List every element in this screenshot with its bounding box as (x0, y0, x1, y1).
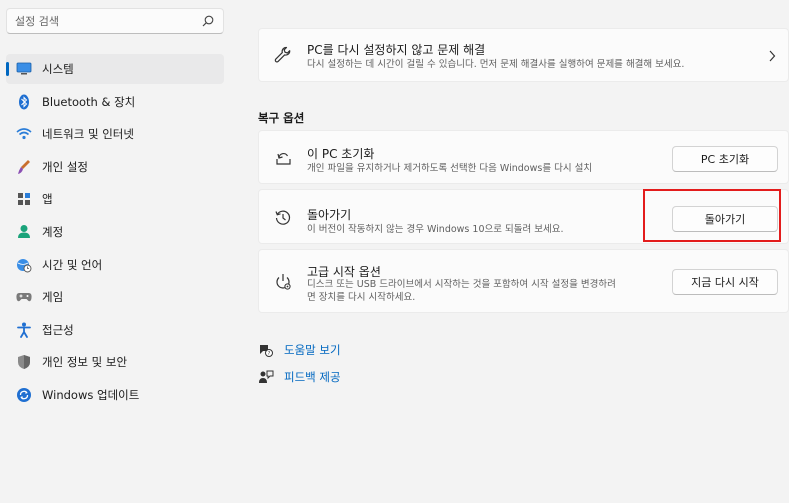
sidebar-nav: 시스템 Bluetooth & 장치 네트워크 및 인터넷 개인 설정 앱 계정… (6, 54, 224, 413)
help-link[interactable]: ? 도움말 보기 (258, 342, 341, 358)
svg-text:?: ? (268, 351, 271, 357)
sidebar-item-bluetooth[interactable]: Bluetooth & 장치 (6, 87, 224, 117)
sidebar-item-privacy-security[interactable]: 개인 정보 및 보안 (6, 347, 224, 377)
update-icon (16, 387, 32, 403)
sidebar-item-label: Bluetooth & 장치 (42, 94, 136, 109)
go-back-title: 돌아가기 (307, 208, 352, 222)
reset-pc-button[interactable]: PC 초기화 (672, 146, 778, 172)
reset-pc-title: 이 PC 초기화 (307, 147, 375, 161)
help-link-label: 도움말 보기 (284, 343, 341, 357)
globe-clock-icon (16, 257, 32, 273)
restart-now-button[interactable]: 지금 다시 시작 (672, 269, 778, 295)
troubleshoot-desc: 다시 설정하는 데 시간이 걸릴 수 있습니다. 먼저 문제 해결사를 실행하여… (307, 59, 685, 70)
sidebar-item-network[interactable]: 네트워크 및 인터넷 (6, 119, 224, 149)
wrench-icon (274, 46, 291, 63)
sidebar-item-label: Windows 업데이트 (42, 387, 140, 402)
bluetooth-icon (16, 94, 32, 110)
sidebar-item-accounts[interactable]: 계정 (6, 217, 224, 247)
sidebar-item-time-language[interactable]: 시간 및 언어 (6, 250, 224, 280)
sidebar-item-label: 개인 정보 및 보안 (42, 355, 128, 370)
sidebar-item-label: 시스템 (42, 62, 74, 76)
feedback-link-label: 피드백 제공 (284, 370, 341, 384)
chevron-right-icon (769, 50, 776, 62)
help-icon: ? (260, 345, 273, 357)
sidebar-item-label: 시간 및 언어 (42, 257, 103, 272)
troubleshoot-card[interactable]: PC를 다시 설정하지 않고 문제 해결 다시 설정하는 데 시간이 걸릴 수 … (258, 28, 789, 82)
sidebar-item-windows-update[interactable]: Windows 업데이트 (6, 380, 224, 410)
reset-pc-desc: 개인 파일을 유지하거나 제거하도록 선택한 다음 Windows를 다시 설치 (307, 163, 593, 174)
advanced-startup-desc-1: 디스크 또는 USB 드라이브에서 시작하는 것을 포함하여 시작 설정을 변경… (307, 279, 616, 290)
accessibility-icon (16, 322, 32, 338)
sidebar-item-accessibility[interactable]: 접근성 (6, 315, 224, 345)
go-back-highlight (643, 189, 781, 242)
wifi-icon (16, 126, 32, 142)
sidebar: 시스템 Bluetooth & 장치 네트워크 및 인터넷 개인 설정 앱 (0, 0, 240, 503)
apps-icon (16, 191, 32, 207)
account-icon (16, 224, 32, 240)
system-icon (16, 61, 32, 77)
sidebar-item-label: 게임 (42, 290, 64, 305)
advanced-startup-icon (276, 274, 291, 290)
sidebar-item-system[interactable]: 시스템 (6, 54, 224, 84)
shield-icon (16, 354, 32, 370)
sidebar-item-label: 앱 (42, 192, 53, 207)
sidebar-item-label: 네트워크 및 인터넷 (42, 127, 134, 142)
troubleshoot-title: PC를 다시 설정하지 않고 문제 해결 (307, 43, 486, 57)
sidebar-item-apps[interactable]: 앱 (6, 184, 224, 214)
feedback-icon (259, 370, 274, 383)
reset-pc-card: 이 PC 초기화 개인 파일을 유지하거나 제거하도록 선택한 다음 Windo… (258, 130, 789, 184)
feedback-link[interactable]: 피드백 제공 (258, 369, 341, 385)
sidebar-item-gaming[interactable]: 게임 (6, 282, 224, 312)
sidebar-item-label: 접근성 (42, 322, 74, 337)
brush-icon (16, 159, 32, 175)
main-content: PC를 다시 설정하지 않고 문제 해결 다시 설정하는 데 시간이 걸릴 수 … (258, 0, 789, 503)
recovery-section-label: 복구 옵션 (258, 111, 305, 125)
sidebar-item-label: 계정 (42, 224, 64, 239)
history-icon (275, 210, 291, 225)
go-back-desc: 이 버전이 작동하지 않는 경우 Windows 10으로 되돌려 보세요. (307, 224, 564, 235)
search-icon[interactable] (201, 14, 215, 28)
gamepad-icon (16, 289, 32, 305)
advanced-startup-desc-2: 면 장치를 다시 시작하세요. (307, 292, 416, 303)
reset-pc-icon (276, 152, 291, 165)
search-input[interactable] (15, 14, 201, 28)
sidebar-item-label: 개인 설정 (42, 159, 88, 174)
sidebar-item-personalization[interactable]: 개인 설정 (6, 152, 224, 182)
advanced-startup-card: 고급 시작 옵션 디스크 또는 USB 드라이브에서 시작하는 것을 포함하여 … (258, 249, 789, 313)
search-box[interactable] (6, 8, 224, 34)
